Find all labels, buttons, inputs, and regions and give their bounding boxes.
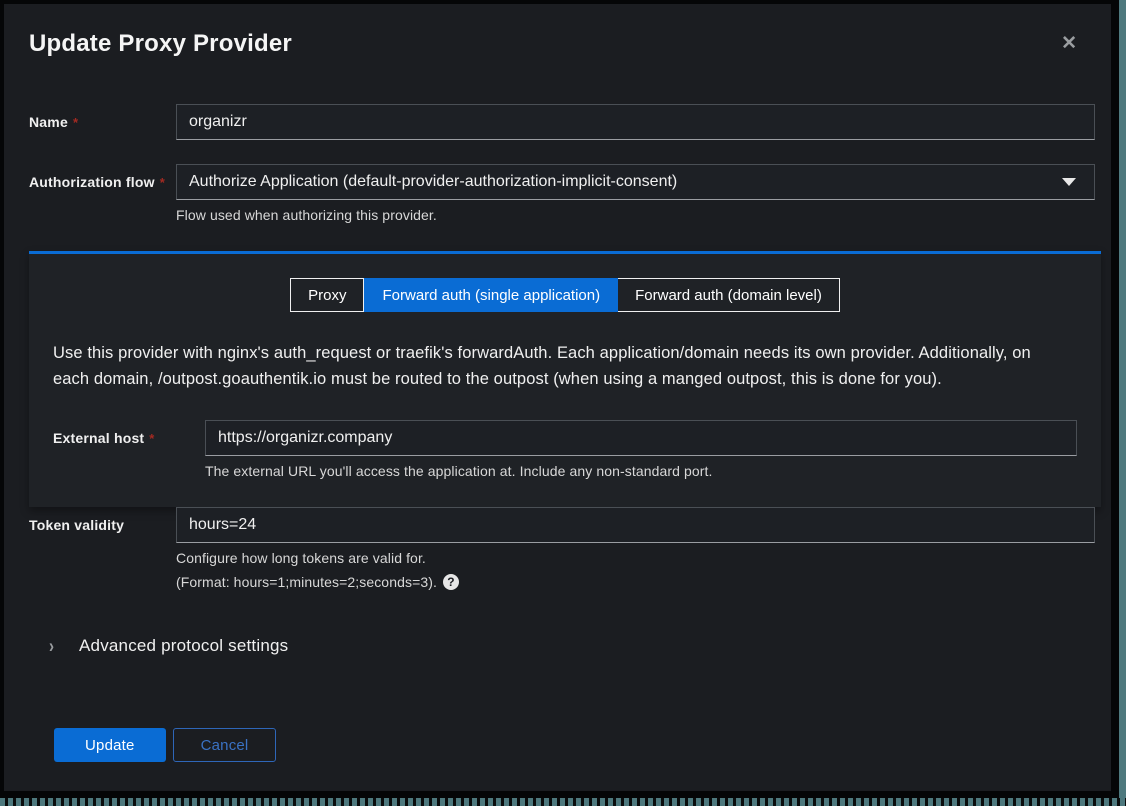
chevron-right-icon: › [49,635,54,657]
name-input[interactable] [176,104,1095,140]
modal-title: Update Proxy Provider [29,30,1086,58]
modal-header: Update Proxy Provider ✕ [4,4,1111,58]
cancel-button[interactable]: Cancel [173,728,277,762]
external-host-label: External host* [53,420,205,446]
advanced-protocol-settings-toggle[interactable]: › Advanced protocol settings [49,636,1095,656]
name-row: Name* [29,104,1095,140]
external-host-help: The external URL you'll access the appli… [205,463,1077,479]
modal-actions: Update Cancel [29,728,1095,762]
tab-proxy[interactable]: Proxy [290,278,364,312]
advanced-protocol-settings-label: Advanced protocol settings [79,636,288,656]
token-validity-input[interactable] [176,507,1095,543]
authorization-flow-select[interactable]: Authorize Application (default-provider-… [176,164,1095,200]
token-validity-format-help: (Format: hours=1;minutes=2;seconds=3). ? [176,574,1095,590]
screenshot-frame-bottom [0,798,1126,806]
required-marker: * [149,431,154,446]
external-host-input[interactable] [205,420,1077,456]
mode-toggle-group: Proxy Forward auth (single application) … [53,278,1077,312]
proxy-mode-card: Proxy Forward auth (single application) … [29,251,1101,507]
update-proxy-provider-modal: Update Proxy Provider ✕ Name* Authorizat… [4,4,1111,791]
chevron-down-icon [1062,178,1076,186]
external-host-row: External host* The external URL you'll a… [53,420,1077,479]
tab-forward-auth-single[interactable]: Forward auth (single application) [364,278,618,312]
authorization-flow-label: Authorization flow* [29,164,176,190]
update-button[interactable]: Update [54,728,166,762]
token-validity-row: Token validity Configure how long tokens… [29,507,1095,590]
name-label: Name* [29,104,176,130]
authorization-flow-help: Flow used when authorizing this provider… [176,207,1095,223]
required-marker: * [73,115,78,130]
provider-form: Name* Authorization flow* Authorize Appl… [4,58,1111,762]
required-marker: * [160,175,165,190]
help-icon[interactable]: ? [443,574,459,590]
authorization-flow-row: Authorization flow* Authorize Applicatio… [29,164,1095,223]
token-validity-help: Configure how long tokens are valid for. [176,550,1095,566]
mode-description: Use this provider with nginx's auth_requ… [53,340,1063,392]
token-validity-label: Token validity [29,507,176,533]
close-icon[interactable]: ✕ [1061,34,1077,53]
screen-background: Update Proxy Provider ✕ Name* Authorizat… [0,0,1126,806]
authorization-flow-value: Authorize Application (default-provider-… [189,173,677,191]
tab-forward-auth-domain[interactable]: Forward auth (domain level) [618,278,840,312]
screenshot-frame-right [1119,0,1126,806]
